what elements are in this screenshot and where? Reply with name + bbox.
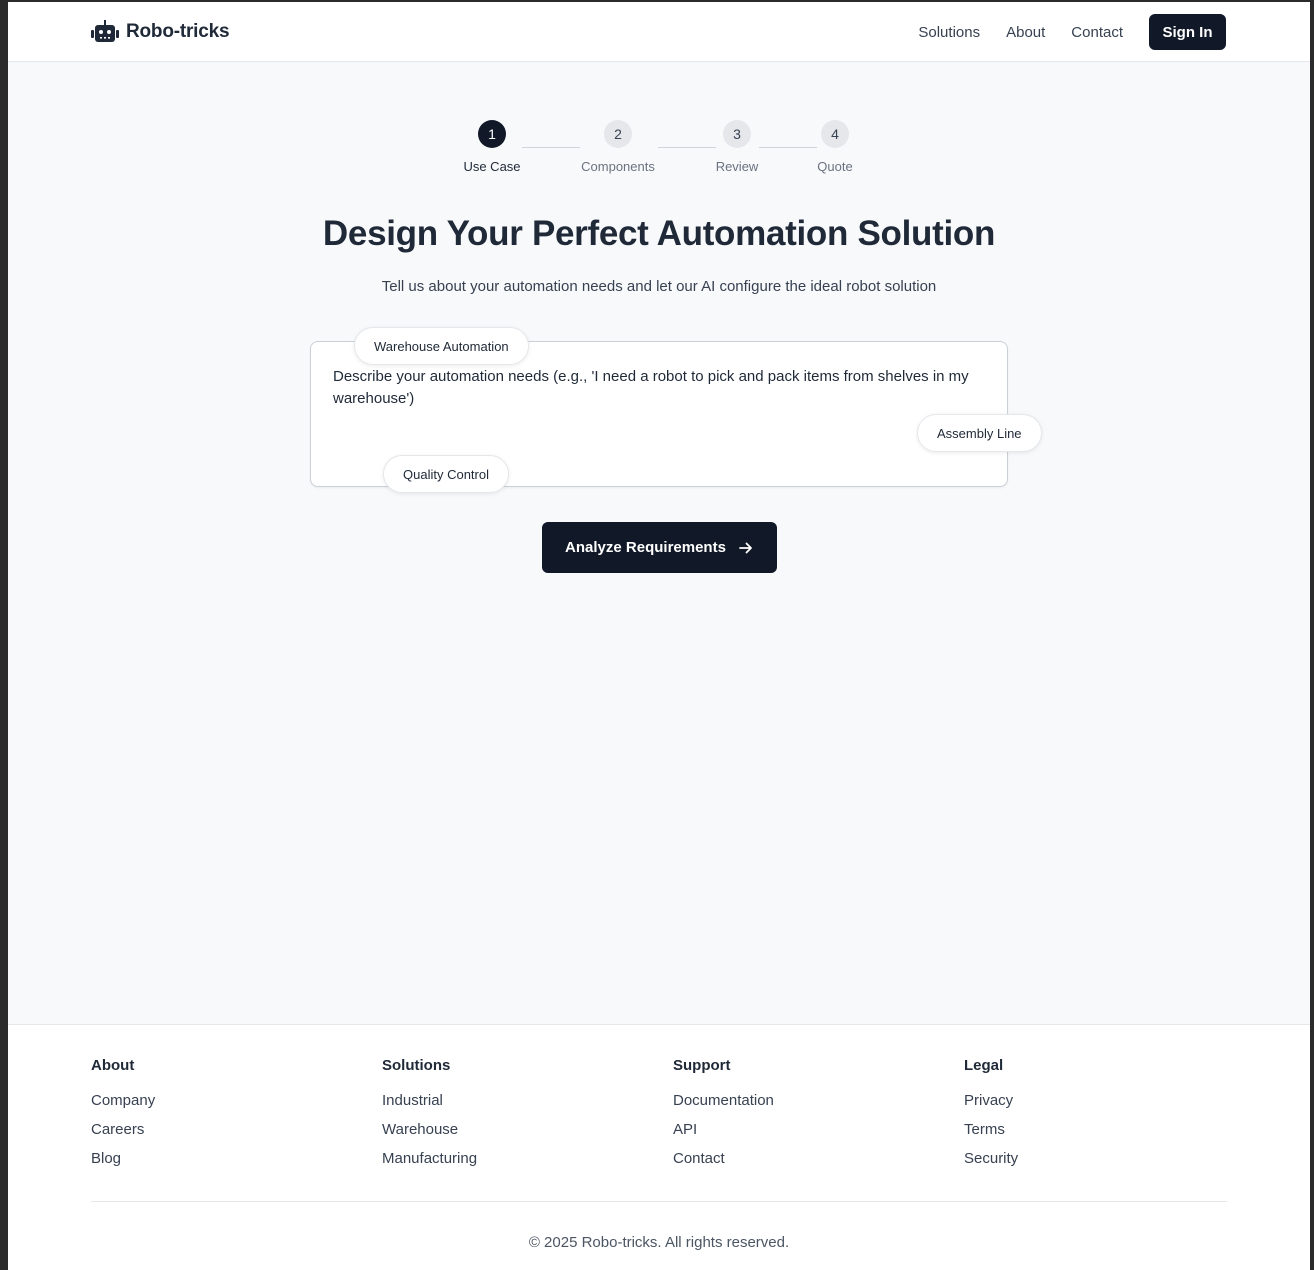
app-frame: Robo-tricks Solutions About Contact Sign… [8, 2, 1310, 1270]
footer-heading: About [91, 1057, 135, 1074]
step-label: Quote [817, 159, 853, 174]
copyright-text: © 2025 Robo-tricks. All rights reserved. [528, 1234, 790, 1251]
page-title: Design Your Perfect Automation Solution [322, 214, 996, 253]
robot-icon [91, 20, 119, 42]
footer-link-warehouse[interactable]: Warehouse [382, 1121, 642, 1150]
analyze-requirements-button[interactable]: Analyze Requirements [542, 522, 777, 573]
footer-link-careers[interactable]: Careers [91, 1121, 351, 1150]
footer-column-legal: Legal Privacy Terms Security [964, 1057, 1224, 1179]
footer-column-about: About Company Careers Blog [91, 1057, 351, 1179]
analyze-button-label: Analyze Requirements [565, 539, 726, 556]
page-subtitle: Tell us about your automation needs and … [381, 278, 937, 295]
footer-column-solutions: Solutions Industrial Warehouse Manufactu… [382, 1057, 642, 1179]
nav-link-about[interactable]: About [1006, 24, 1045, 41]
main-nav: Solutions About Contact Sign In [918, 14, 1226, 50]
footer-link-api[interactable]: API [673, 1121, 933, 1150]
step-number: 4 [821, 120, 849, 148]
suggestion-chip-assembly-line[interactable]: Assembly Line [917, 414, 1042, 452]
step-use-case[interactable]: 1 Use Case [437, 120, 547, 174]
top-nav-bar: Robo-tricks Solutions About Contact Sign… [8, 2, 1310, 62]
arrow-right-icon [739, 542, 752, 553]
footer-link-terms[interactable]: Terms [964, 1121, 1224, 1150]
step-label: Components [581, 159, 655, 174]
footer-link-documentation[interactable]: Documentation [673, 1092, 933, 1121]
footer-link-industrial[interactable]: Industrial [382, 1092, 642, 1121]
footer-heading: Legal [964, 1057, 1004, 1074]
brand-name: Robo-tricks [126, 21, 230, 42]
sign-in-button[interactable]: Sign In [1149, 14, 1226, 50]
step-number: 1 [478, 120, 506, 148]
footer-heading: Solutions [382, 1057, 451, 1074]
footer-divider [91, 1201, 1227, 1202]
footer-link-company[interactable]: Company [91, 1092, 351, 1121]
suggestion-chip-warehouse-automation[interactable]: Warehouse Automation [354, 327, 529, 365]
step-label: Review [715, 159, 759, 174]
progress-stepper: 1 Use Case 2 Components 3 Review 4 Quote [8, 120, 1310, 180]
footer-link-manufacturing[interactable]: Manufacturing [382, 1150, 642, 1179]
footer-link-security[interactable]: Security [964, 1150, 1224, 1179]
footer-link-blog[interactable]: Blog [91, 1150, 351, 1179]
site-footer: About Company Careers Blog Solutions Ind… [8, 1024, 1310, 1270]
step-number: 3 [723, 120, 751, 148]
nav-link-solutions[interactable]: Solutions [918, 24, 980, 41]
footer-column-support: Support Documentation API Contact [673, 1057, 933, 1179]
footer-heading: Support [673, 1057, 731, 1074]
step-review[interactable]: 3 Review [682, 120, 792, 174]
step-quote[interactable]: 4 Quote [780, 120, 890, 174]
nav-link-contact[interactable]: Contact [1071, 24, 1123, 41]
step-number: 2 [604, 120, 632, 148]
step-label: Use Case [463, 159, 521, 174]
step-components[interactable]: 2 Components [563, 120, 673, 174]
footer-link-contact[interactable]: Contact [673, 1150, 933, 1179]
footer-link-privacy[interactable]: Privacy [964, 1092, 1224, 1121]
brand-logo[interactable]: Robo-tricks [91, 18, 230, 46]
suggestion-chip-quality-control[interactable]: Quality Control [383, 455, 509, 493]
